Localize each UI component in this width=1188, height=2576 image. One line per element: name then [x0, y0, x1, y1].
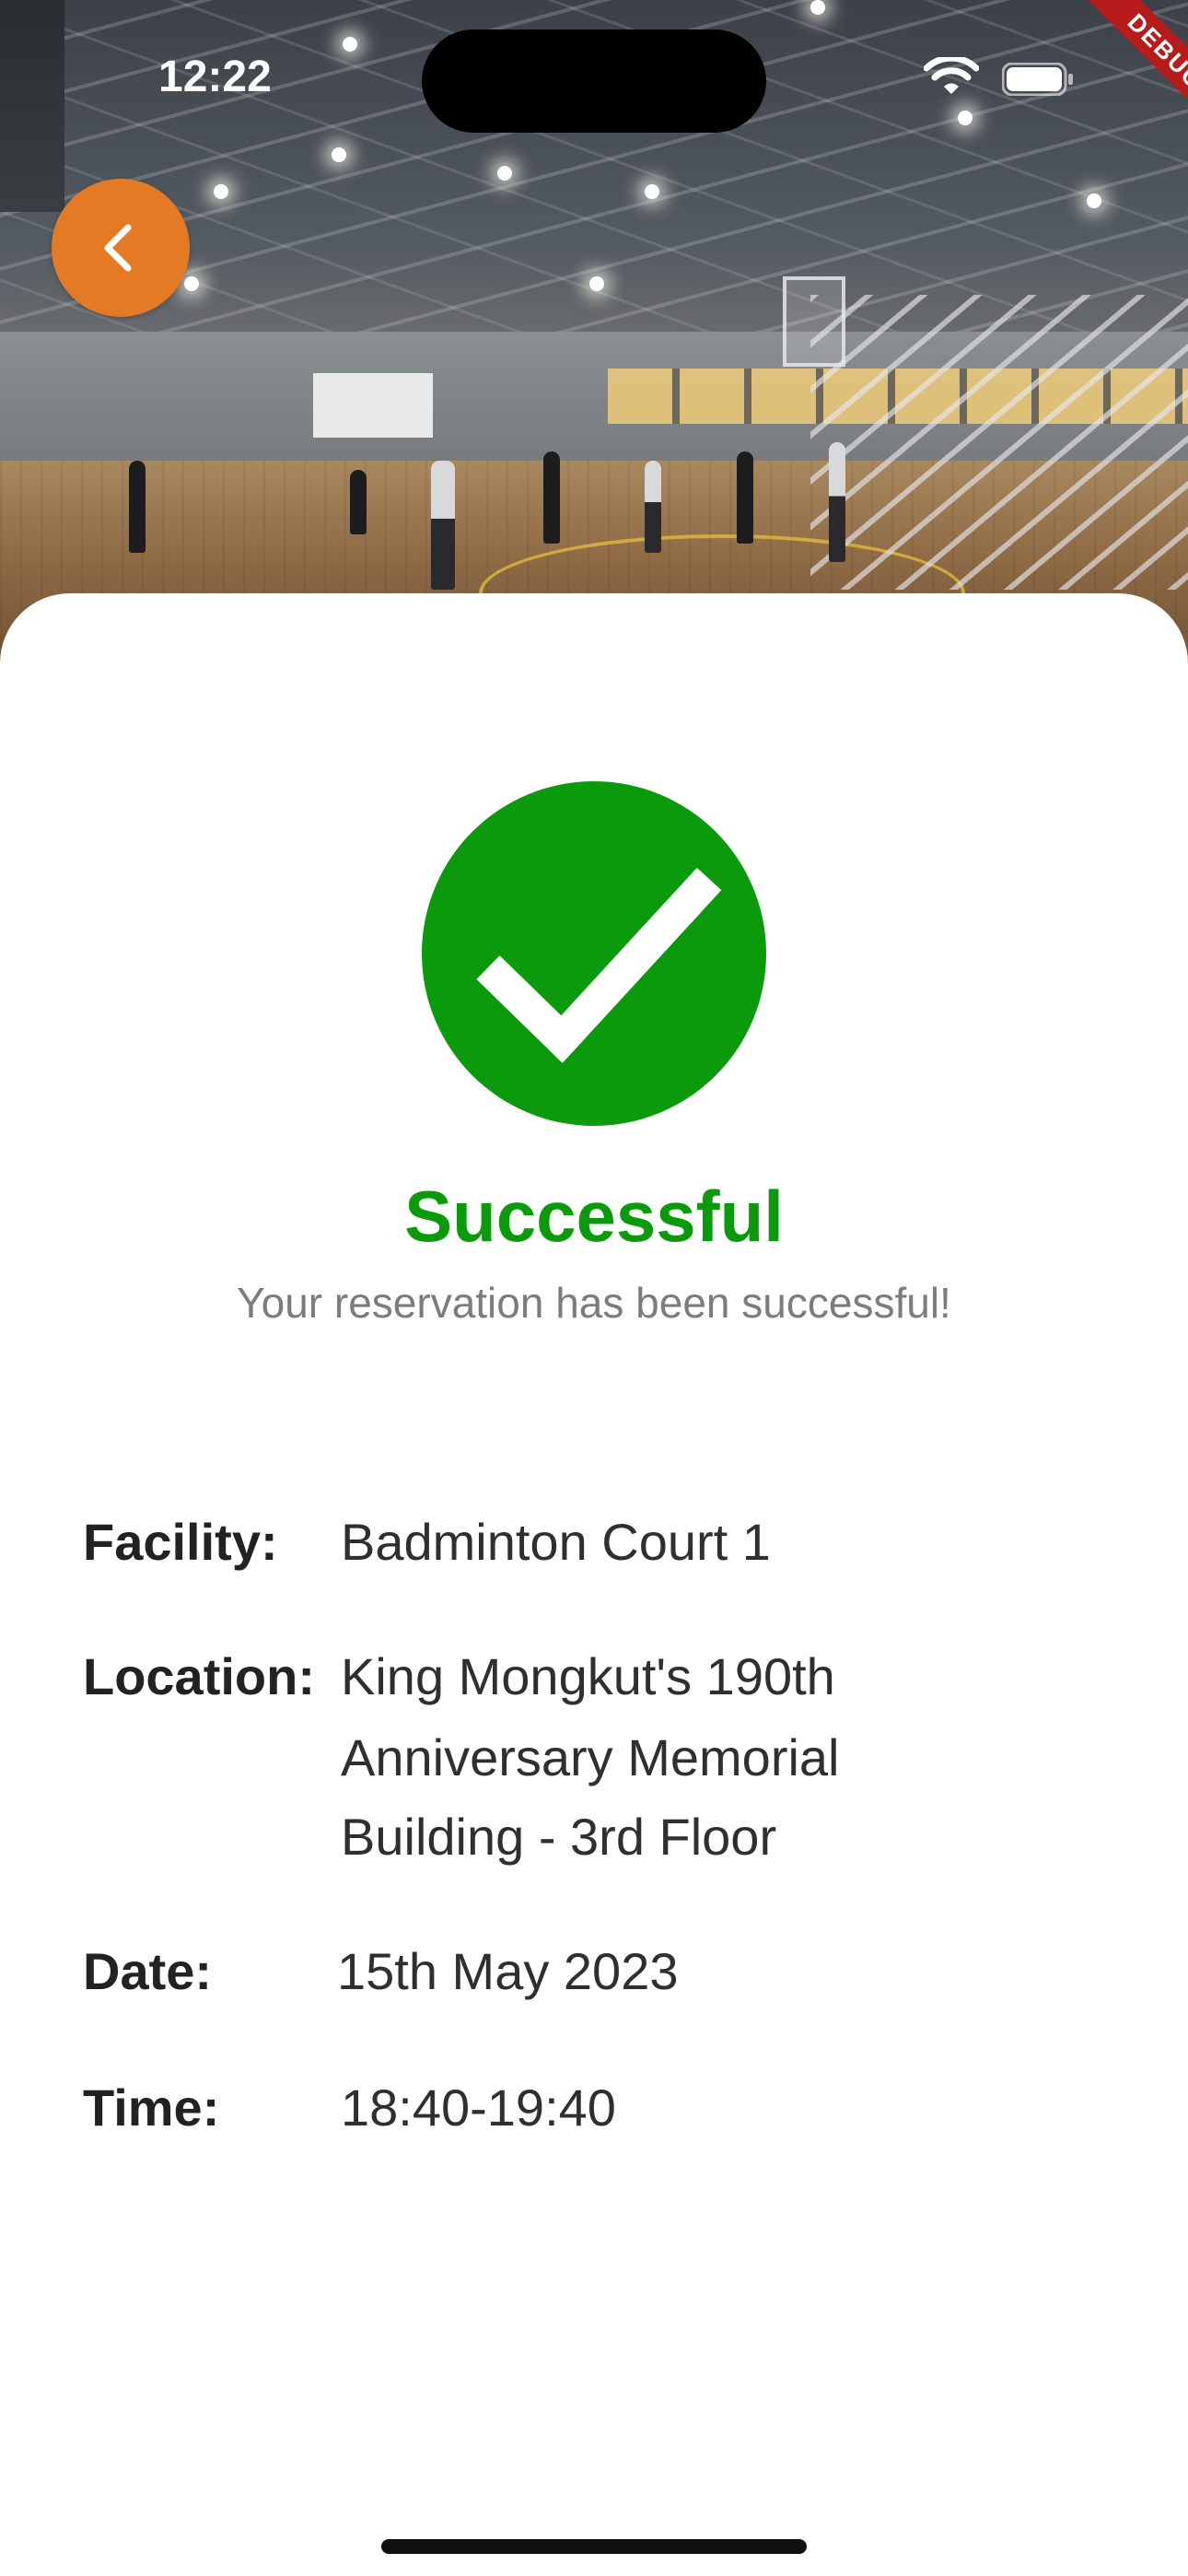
- ceiling-light: [184, 276, 199, 291]
- reservation-success-screen: 12:22 DEBUG Successful Your reservation …: [0, 0, 1188, 2576]
- location-value-line1: King Mongkut's 190th: [341, 1647, 835, 1705]
- ceiling-light: [589, 276, 604, 291]
- ceiling-light: [1087, 193, 1101, 208]
- home-indicator[interactable]: [381, 2539, 807, 2554]
- location-label: Location:: [83, 1647, 315, 1705]
- ceiling-light: [810, 0, 825, 15]
- hoop-truss: [810, 295, 1188, 590]
- location-value-line3: Building - 3rd Floor: [341, 1808, 777, 1866]
- ceiling-light: [645, 184, 659, 199]
- hall-equipment: [0, 0, 64, 212]
- date-label: Date:: [83, 1942, 213, 2000]
- player-figure: [737, 451, 753, 544]
- ceiling-light: [332, 147, 346, 162]
- battery-icon: [1002, 63, 1073, 96]
- time-value: 18:40-19:40: [341, 2078, 616, 2137]
- result-title: Successful: [404, 1176, 784, 1257]
- player-figure: [431, 461, 455, 590]
- player-figure: [129, 461, 146, 553]
- chevron-left-icon: [104, 224, 132, 272]
- location-value-line2: Anniversary Memorial: [341, 1728, 840, 1786]
- check-circle-icon: [422, 781, 766, 1126]
- player-figure: [645, 461, 661, 553]
- ceiling-light: [214, 184, 228, 199]
- hall-scoreboard: [313, 373, 433, 438]
- facility-label: Facility:: [83, 1513, 278, 1571]
- dynamic-island: [422, 29, 766, 133]
- back-button[interactable]: [52, 179, 190, 317]
- date-value: 15th May 2023: [337, 1942, 679, 2000]
- status-time: 12:22: [158, 53, 272, 101]
- player-figure: [543, 451, 560, 544]
- time-label: Time:: [83, 2078, 220, 2137]
- ceiling-light: [343, 37, 357, 52]
- ceiling-light: [958, 111, 973, 125]
- facility-value: Badminton Court 1: [341, 1513, 771, 1571]
- ceiling-light: [497, 166, 512, 181]
- result-message: Your reservation has been successful!: [237, 1279, 951, 1327]
- player-figure: [350, 470, 367, 534]
- player-figure: [829, 442, 845, 562]
- wifi-icon: [924, 57, 979, 94]
